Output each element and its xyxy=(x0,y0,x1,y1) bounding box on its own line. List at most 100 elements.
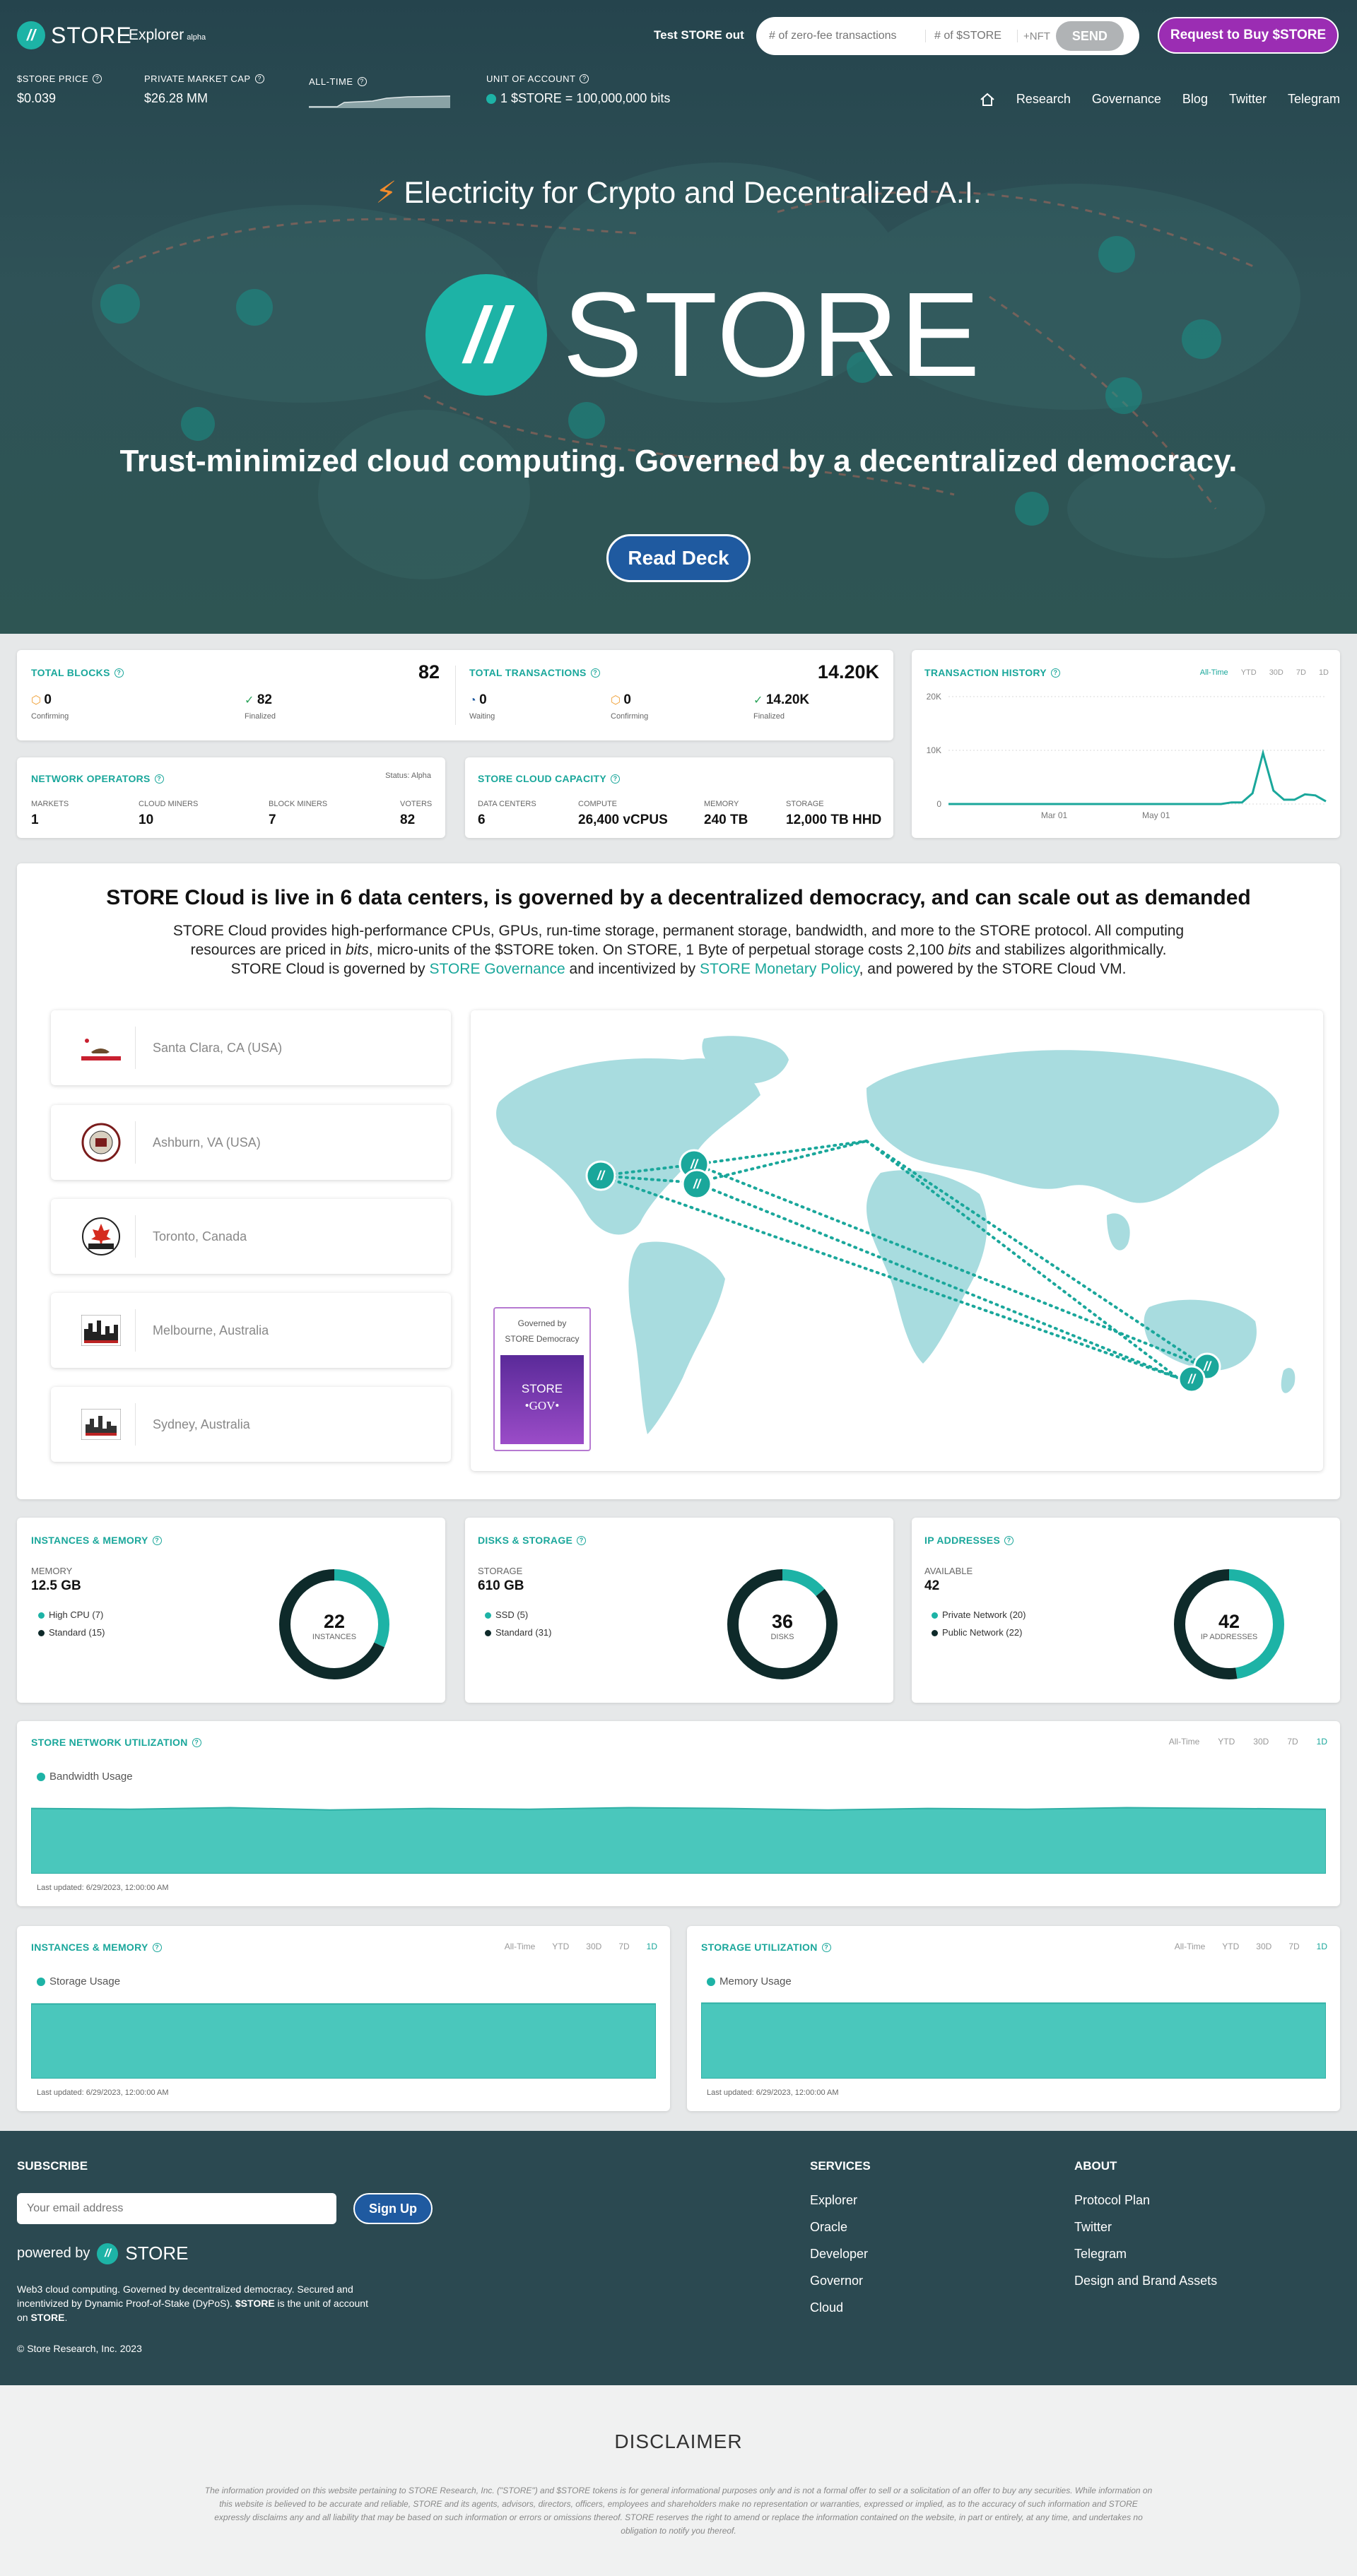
compute-label: COMPUTE xyxy=(578,800,617,808)
explorer-text: Explorer xyxy=(129,27,184,43)
voters-value: 82 xyxy=(400,813,416,827)
info-icon[interactable]: ? xyxy=(154,774,164,784)
range-all-time[interactable]: All-Time xyxy=(505,1942,536,1951)
sign-up-button[interactable]: Sign Up xyxy=(353,2193,433,2224)
cloud-miners-label: CLOUD MINERS xyxy=(139,800,199,808)
location-ashburn[interactable]: Ashburn, VA (USA) xyxy=(51,1105,451,1180)
hero-title-text: Electricity for Crypto and Decentralized… xyxy=(404,176,982,210)
about-heading: ABOUT xyxy=(1074,2159,1117,2173)
info-icon[interactable]: ? xyxy=(611,774,621,784)
price-sparkline xyxy=(309,95,451,108)
gov-logo-sub: •GOV• xyxy=(524,1399,560,1412)
store-logo[interactable]: // STORE xyxy=(17,21,132,49)
range-1d[interactable]: 1D xyxy=(1317,1737,1327,1747)
info-icon[interactable]: ? xyxy=(152,1535,162,1545)
last-updated: Last updated: 6/29/2023, 12:00:00 AM xyxy=(707,2088,839,2097)
nav-twitter[interactable]: Twitter xyxy=(1229,92,1267,107)
location-sydney[interactable]: Sydney, Australia xyxy=(51,1387,451,1462)
instances-legend: High CPU (7) Standard (15) xyxy=(38,1602,105,1638)
location-santa-clara[interactable]: Santa Clara, CA (USA) xyxy=(51,1010,451,1085)
location-melbourne[interactable]: Melbourne, Australia xyxy=(51,1293,451,1368)
total-blocks-value: 82 xyxy=(418,661,440,683)
email-input[interactable] xyxy=(17,2193,336,2224)
info-icon[interactable]: ? xyxy=(577,1535,587,1545)
info-icon[interactable]: ? xyxy=(152,1942,162,1952)
nav-telegram[interactable]: Telegram xyxy=(1288,92,1340,107)
footer-link-telegram[interactable]: Telegram xyxy=(1074,2247,1127,2262)
info-icon[interactable]: ? xyxy=(1004,1535,1014,1545)
location-toronto[interactable]: Toronto, Canada xyxy=(51,1199,451,1274)
range-30d[interactable]: 30D xyxy=(1253,1737,1269,1747)
instances-donut-label: 22 INSTANCES xyxy=(274,1611,394,1641)
range-30d[interactable]: 30D xyxy=(586,1942,601,1951)
range-ytd[interactable]: YTD xyxy=(1218,1737,1235,1747)
info-icon[interactable]: ? xyxy=(114,668,124,678)
range-7d[interactable]: 7D xyxy=(1287,1737,1298,1747)
range-7d[interactable]: 7D xyxy=(1288,1942,1299,1951)
footer-desc-line: is the unit of account xyxy=(274,2298,368,2309)
disclaimer-line: this website is believed to be accurate … xyxy=(219,2499,1138,2509)
legend-dot xyxy=(37,1773,45,1782)
range-ytd[interactable]: YTD xyxy=(1222,1942,1239,1951)
disclaimer-section: DISCLAIMER The information provided on t… xyxy=(0,2385,1357,2576)
legend-label: Memory Usage xyxy=(719,1975,792,1987)
tx-finalized-label: Finalized xyxy=(753,712,785,721)
footer-link-developer[interactable]: Developer xyxy=(810,2247,868,2262)
send-form: +NFT SEND xyxy=(756,17,1139,55)
footer-link-brand-assets[interactable]: Design and Brand Assets xyxy=(1074,2274,1217,2288)
range-1d[interactable]: 1D xyxy=(1317,1942,1327,1951)
legend-item: High CPU (7) xyxy=(38,1609,105,1620)
monetary-policy-link[interactable]: STORE Monetary Policy xyxy=(700,961,859,977)
footer-link-oracle[interactable]: Oracle xyxy=(810,2220,847,2235)
storage-util-title: STORAGE UTILIZATION xyxy=(701,1942,818,1953)
nft-toggle[interactable]: +NFT xyxy=(1023,30,1050,42)
range-ytd[interactable]: YTD xyxy=(552,1942,569,1951)
footer-link-explorer[interactable]: Explorer xyxy=(810,2193,857,2208)
governance-badge[interactable]: Governed by STORE Democracy STORE •GOV• xyxy=(493,1307,591,1451)
store-amount-input[interactable] xyxy=(926,30,1018,42)
footer-link-protocol-plan[interactable]: Protocol Plan xyxy=(1074,2193,1150,2208)
home-icon[interactable] xyxy=(980,93,995,107)
info-icon[interactable]: ? xyxy=(93,74,102,83)
status-badge: Status: Alpha xyxy=(385,772,431,780)
range-all-time[interactable]: All-Time xyxy=(1169,1737,1200,1747)
storage-util-range-tabs: All-Time YTD 30D 7D 1D xyxy=(1175,1942,1327,1951)
footer-link-twitter[interactable]: Twitter xyxy=(1074,2220,1112,2235)
zero-fee-transactions-input[interactable] xyxy=(769,30,926,42)
network-operators-title: NETWORK OPERATORS xyxy=(31,773,151,784)
info-icon[interactable]: ? xyxy=(590,668,600,678)
tx-waiting-value: 0 xyxy=(479,692,487,707)
footer-link-governor[interactable]: Governor xyxy=(810,2274,863,2288)
blocks-finalized-value: 82 xyxy=(257,692,272,707)
block-miners-value: 7 xyxy=(269,813,276,827)
range-30d[interactable]: 30D xyxy=(1256,1942,1271,1951)
hero-tagline: Trust-minimized cloud computing. Governe… xyxy=(119,444,1238,478)
nav-blog[interactable]: Blog xyxy=(1182,92,1208,107)
voters-label: VOTERS xyxy=(400,800,433,808)
info-icon[interactable]: ? xyxy=(580,74,589,83)
operator-markets: MARKETS 1 xyxy=(31,800,69,828)
range-1d[interactable]: 1D xyxy=(647,1942,657,1951)
range-7d[interactable]: 7D xyxy=(618,1942,629,1951)
store-governance-link[interactable]: STORE Governance xyxy=(429,961,565,977)
legend-dot xyxy=(38,1612,45,1619)
nav-governance[interactable]: Governance xyxy=(1092,92,1161,107)
network-util-chart xyxy=(31,1807,1326,1874)
range-all-time[interactable]: All-Time xyxy=(1175,1942,1206,1951)
request-to-buy-button[interactable]: Request to Buy $STORE xyxy=(1158,17,1339,54)
tx-waiting: ◔ 0 Waiting xyxy=(469,692,495,721)
read-deck-button[interactable]: Read Deck xyxy=(606,534,751,582)
footer-link-cloud[interactable]: Cloud xyxy=(810,2300,843,2315)
send-button[interactable]: SEND xyxy=(1055,21,1124,51)
info-icon[interactable]: ? xyxy=(821,1942,831,1952)
nav-research[interactable]: Research xyxy=(1016,92,1071,107)
location-name: Sydney, Australia xyxy=(153,1417,250,1431)
total-blocks-title: TOTAL BLOCKS xyxy=(31,667,110,678)
services-heading: SERVICES xyxy=(810,2159,871,2173)
desc-bits: bits xyxy=(346,942,369,958)
info-icon[interactable]: ? xyxy=(254,74,264,83)
legend-dot xyxy=(38,1630,45,1637)
instances-count-label: INSTANCES xyxy=(312,1633,357,1641)
info-icon[interactable]: ? xyxy=(192,1737,201,1747)
info-icon[interactable]: ? xyxy=(357,77,367,86)
